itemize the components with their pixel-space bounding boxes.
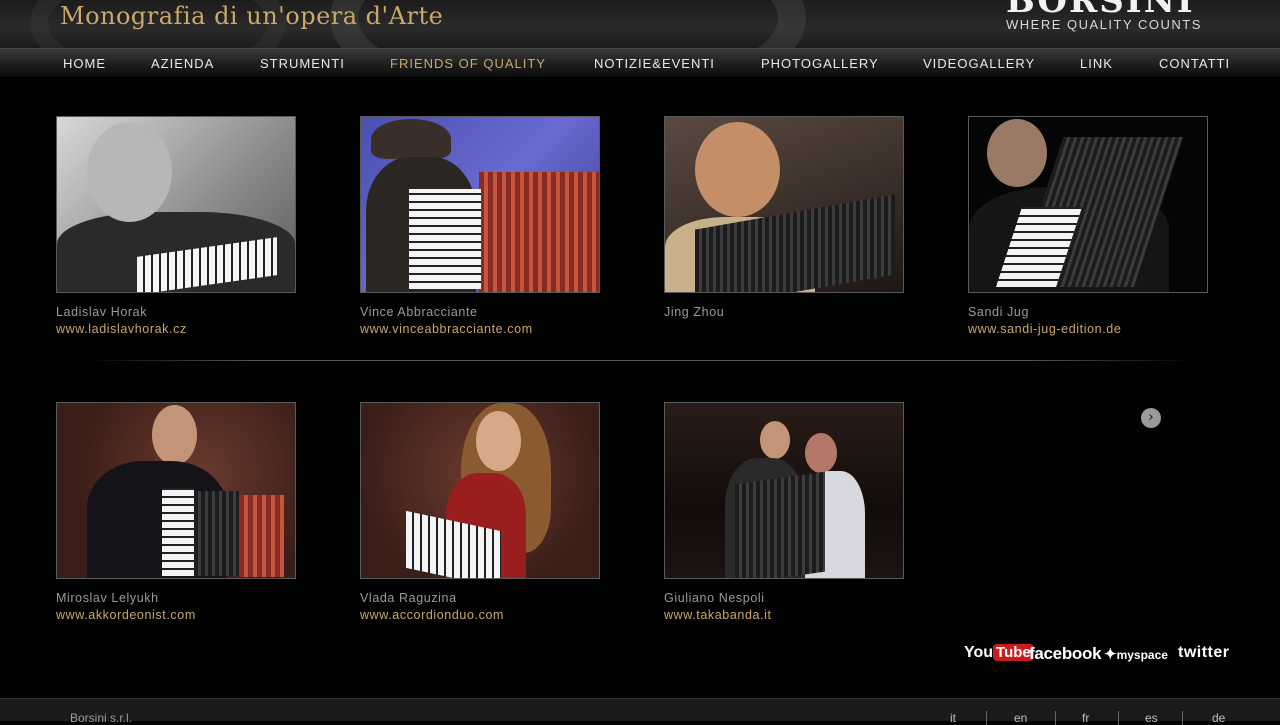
photo-accordion [479, 172, 599, 292]
youtube-link[interactable]: You Tube [964, 644, 1034, 662]
brand-tagline: WHERE QUALITY COUNTS [1006, 17, 1202, 32]
nav-item-link[interactable]: LINK [1080, 56, 1113, 71]
friend-photo[interactable] [664, 402, 904, 579]
youtube-logo-text: You [964, 644, 994, 661]
friend-photo[interactable] [360, 116, 600, 293]
language-fr[interactable]: fr [1082, 711, 1089, 725]
nav-item-videogallery[interactable]: VIDEOGALLERY [923, 56, 1035, 71]
twitter-link[interactable]: twitter [1178, 644, 1230, 662]
myspace-label: myspace [1116, 648, 1168, 662]
friend-photo[interactable] [56, 116, 296, 293]
friend-website-link[interactable]: www.ladislavhorak.cz [56, 322, 296, 336]
photo-figure [152, 405, 197, 465]
photo-figure [476, 411, 521, 471]
language-separator [1182, 711, 1183, 725]
photo-figure [805, 433, 837, 473]
brand-logo[interactable]: BORSINI [1006, 0, 1195, 18]
photo-figure [695, 122, 780, 217]
friend-name: Giuliano Nespoli [664, 591, 765, 605]
site-header: Monografia di un'opera d'Arte BORSINI WH… [0, 0, 1280, 48]
photo-accordion [194, 491, 239, 576]
photo-accordion [735, 471, 825, 578]
friend-website-link[interactable]: www.takabanda.it [664, 608, 904, 622]
youtube-logo-badge: Tube [993, 644, 1034, 661]
friend-photo[interactable] [968, 116, 1208, 293]
language-separator [1118, 711, 1119, 725]
nav-item-home[interactable]: HOME [63, 56, 106, 71]
nav-item-photogallery[interactable]: PHOTOGALLERY [761, 56, 879, 71]
photo-figure [87, 122, 172, 222]
photo-accordion [239, 495, 284, 577]
myspace-link[interactable]: ✦myspace [1104, 645, 1168, 664]
language-en[interactable]: en [1014, 711, 1027, 725]
photo-accordion [162, 488, 194, 576]
friend-card: Ladislav Horak www.ladislavhorak.cz [56, 116, 296, 336]
nav-item-strumenti[interactable]: STRUMENTI [260, 56, 345, 71]
site-title: Monografia di un'opera d'Arte [60, 2, 444, 30]
friend-card: Vince Abbracciante www.vinceabbracciante… [360, 116, 600, 336]
row-divider [85, 360, 1195, 361]
footer-company-name: Borsini s.r.l. [70, 711, 133, 725]
friend-photo[interactable] [664, 116, 904, 293]
friend-name: Vince Abbracciante [360, 305, 478, 319]
nav-item-azienda[interactable]: AZIENDA [151, 56, 214, 71]
friend-website-link[interactable]: www.akkordeonist.com [56, 608, 296, 622]
nav-item-friends-of-quality[interactable]: FRIENDS OF QUALITY [390, 56, 546, 71]
nav-item-notizie-eventi[interactable]: NOTIZIE&EVENTI [594, 56, 715, 71]
friend-name: Jing Zhou [664, 305, 725, 319]
friend-card: Jing Zhou [664, 116, 904, 322]
photo-accordion [409, 189, 481, 289]
friend-card: Giuliano Nespoli www.takabanda.it [664, 402, 904, 622]
language-de[interactable]: de [1212, 711, 1225, 725]
friend-name: Ladislav Horak [56, 305, 148, 319]
friend-card: Vlada Raguzina www.accordionduo.com [360, 402, 600, 622]
friend-website-link[interactable]: www.sandi-jug-edition.de [968, 322, 1208, 336]
next-page-arrow-icon[interactable]: › [1141, 408, 1161, 428]
photo-figure [371, 119, 451, 159]
site-footer: Borsini s.r.l. it en fr es de [0, 698, 1280, 725]
friend-name: Vlada Raguzina [360, 591, 457, 605]
friend-website-link[interactable]: www.vinceabbracciante.com [360, 322, 600, 336]
main-nav: HOME AZIENDA STRUMENTI FRIENDS OF QUALIT… [0, 48, 1280, 78]
language-separator [986, 711, 987, 725]
friend-card: Sandi Jug www.sandi-jug-edition.de [968, 116, 1208, 336]
photo-figure [987, 119, 1047, 187]
myspace-icon: ✦ [1104, 646, 1117, 663]
facebook-link[interactable]: facebook [1029, 644, 1102, 664]
friend-card: Miroslav Lelyukh www.akkordeonist.com [56, 402, 296, 622]
language-it[interactable]: it [950, 711, 956, 725]
language-separator [1055, 711, 1056, 725]
friend-photo[interactable] [56, 402, 296, 579]
language-es[interactable]: es [1145, 711, 1158, 725]
nav-item-contatti[interactable]: CONTATTI [1159, 56, 1230, 71]
friend-photo[interactable] [360, 402, 600, 579]
friend-name: Miroslav Lelyukh [56, 591, 159, 605]
friend-name: Sandi Jug [968, 305, 1029, 319]
friend-website-link[interactable]: www.accordionduo.com [360, 608, 600, 622]
photo-figure [760, 421, 790, 459]
